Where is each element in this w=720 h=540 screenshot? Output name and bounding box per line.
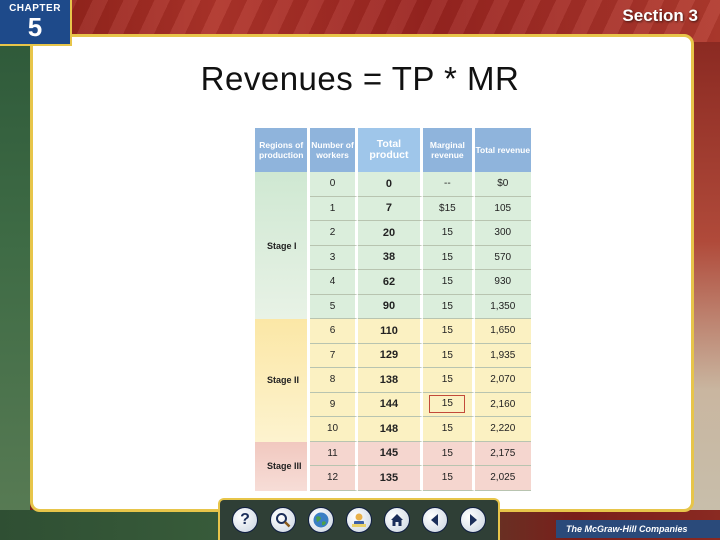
cell-workers: 0 bbox=[310, 172, 358, 197]
cell-total-revenue: 105 bbox=[474, 196, 531, 221]
production-table: Regions of production Number of workers … bbox=[255, 128, 531, 491]
magnifier-icon bbox=[275, 512, 291, 528]
cell-total-revenue: 300 bbox=[474, 221, 531, 246]
cell-total-product: 38 bbox=[357, 245, 424, 270]
chapter-number: 5 bbox=[27, 12, 43, 42]
cell-total-product: 0 bbox=[357, 172, 424, 197]
cell-total-revenue: 1,650 bbox=[474, 319, 531, 344]
cell-total-revenue: 2,160 bbox=[474, 392, 531, 417]
cell-marginal-revenue: 15 bbox=[423, 392, 475, 417]
cell-marginal-revenue: 15 bbox=[423, 245, 475, 270]
cell-total-product: 129 bbox=[357, 343, 424, 368]
question-mark-icon: ? bbox=[240, 511, 250, 528]
home-icon bbox=[389, 512, 405, 528]
cell-total-revenue: 930 bbox=[474, 270, 531, 295]
cell-total-revenue: $0 bbox=[474, 172, 531, 197]
cell-marginal-revenue: 15 bbox=[423, 319, 475, 344]
cell-total-product: 145 bbox=[357, 441, 424, 466]
cell-workers: 9 bbox=[310, 392, 358, 417]
home-button[interactable] bbox=[384, 507, 410, 533]
cell-workers: 5 bbox=[310, 294, 358, 319]
next-button[interactable] bbox=[460, 507, 486, 533]
cell-marginal-revenue: 15 bbox=[423, 221, 475, 246]
header-workers: Number of workers bbox=[310, 128, 358, 172]
student-icon bbox=[350, 511, 368, 529]
cell-total-product: 144 bbox=[357, 392, 424, 417]
cell-marginal-revenue: 15 bbox=[423, 270, 475, 295]
cell-workers: 3 bbox=[310, 245, 358, 270]
navigation-bar: ? bbox=[218, 498, 500, 540]
publisher-logo: The McGraw-Hill Companies bbox=[556, 520, 720, 538]
cell-marginal-revenue: 15 bbox=[423, 417, 475, 442]
cell-marginal-revenue: 15 bbox=[423, 441, 475, 466]
stage-label: Stage III bbox=[255, 441, 311, 491]
cell-workers: 6 bbox=[310, 319, 358, 344]
cell-marginal-revenue: -- bbox=[423, 172, 475, 197]
header-total-revenue: Total revenue bbox=[474, 128, 531, 172]
background-right-strip bbox=[690, 42, 720, 540]
cell-workers: 1 bbox=[310, 196, 358, 221]
stage-label: Stage II bbox=[255, 319, 311, 442]
cell-marginal-revenue: 15 bbox=[423, 368, 475, 393]
slide-title: Revenues = TP * MR bbox=[200, 60, 520, 97]
arrow-left-icon bbox=[428, 513, 442, 527]
cell-total-product: 20 bbox=[357, 221, 424, 246]
cell-total-revenue: 1,350 bbox=[474, 294, 531, 319]
highlighted-value: 15 bbox=[429, 395, 466, 414]
cell-workers: 8 bbox=[310, 368, 358, 393]
cell-total-revenue: 2,070 bbox=[474, 368, 531, 393]
cell-total-product: 7 bbox=[357, 196, 424, 221]
cell-total-revenue: 2,175 bbox=[474, 441, 531, 466]
cell-workers: 4 bbox=[310, 270, 358, 295]
header-regions: Regions of production bbox=[255, 128, 311, 172]
study-button[interactable] bbox=[346, 507, 372, 533]
table-body: Stage I 0 0 -- $0 1 7 $15 105 2 20 15 300 3 38 15 570 4 62… bbox=[255, 172, 531, 491]
cell-total-product: 90 bbox=[357, 294, 424, 319]
header-total-product: Total product bbox=[357, 128, 424, 172]
cell-workers: 7 bbox=[310, 343, 358, 368]
cell-total-revenue: 570 bbox=[474, 245, 531, 270]
background-left-strip bbox=[0, 42, 30, 540]
globe-icon bbox=[312, 511, 330, 529]
cell-total-product: 62 bbox=[357, 270, 424, 295]
cell-marginal-revenue: $15 bbox=[423, 196, 475, 221]
web-button[interactable] bbox=[308, 507, 334, 533]
previous-button[interactable] bbox=[422, 507, 448, 533]
table-row: Stage II 6 110 15 1,650 bbox=[255, 319, 531, 442]
cell-workers: 12 bbox=[310, 466, 358, 491]
cell-total-revenue: 1,935 bbox=[474, 343, 531, 368]
header-marginal-revenue: Marginal revenue bbox=[423, 128, 475, 172]
cell-workers: 10 bbox=[310, 417, 358, 442]
cell-total-revenue: 2,220 bbox=[474, 417, 531, 442]
cell-marginal-revenue: 15 bbox=[423, 343, 475, 368]
cell-total-product: 138 bbox=[357, 368, 424, 393]
cell-marginal-revenue: 15 bbox=[423, 466, 475, 491]
chapter-badge: CHAPTER 5 bbox=[0, 0, 72, 46]
cell-total-product: 148 bbox=[357, 417, 424, 442]
cell-marginal-revenue: 15 bbox=[423, 294, 475, 319]
table-row: Stage III 11 145 15 2,175 bbox=[255, 441, 531, 491]
stage-label: Stage I bbox=[255, 172, 311, 319]
arrow-right-icon bbox=[466, 513, 480, 527]
table-header-row: Regions of production Number of workers … bbox=[255, 128, 531, 172]
resources-button[interactable] bbox=[270, 507, 296, 533]
cell-total-revenue: 2,025 bbox=[474, 466, 531, 491]
cell-workers: 2 bbox=[310, 221, 358, 246]
cell-total-product: 135 bbox=[357, 466, 424, 491]
table-row: Stage I 0 0 -- $0 bbox=[255, 172, 531, 319]
section-label: Section 3 bbox=[622, 6, 698, 25]
help-button[interactable]: ? bbox=[232, 507, 258, 533]
cell-workers: 11 bbox=[310, 441, 358, 466]
cell-total-product: 110 bbox=[357, 319, 424, 344]
